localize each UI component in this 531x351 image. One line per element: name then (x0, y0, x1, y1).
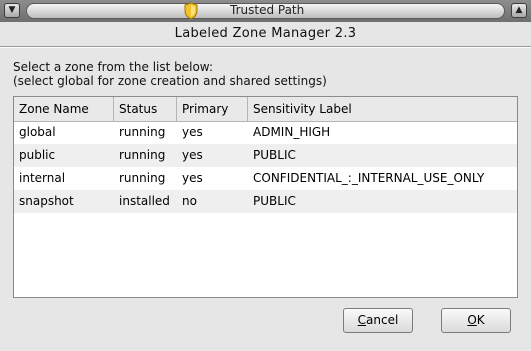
chevron-up-icon: ▲ (515, 5, 523, 15)
zone-name-cell: global (19, 125, 56, 139)
label-cell: PUBLIC (253, 194, 296, 208)
column-header-status[interactable]: Status (114, 97, 177, 121)
status-cell: running (119, 125, 166, 139)
table-row[interactable]: public running yes PUBLIC (14, 144, 517, 167)
chevron-down-icon: ▼ (8, 5, 16, 15)
zone-table[interactable]: Zone Name Status Primary Sensitivity Lab… (13, 96, 518, 298)
status-cell: installed (119, 194, 170, 208)
primary-cell: no (182, 194, 197, 208)
table-row[interactable]: snapshot installed no PUBLIC (14, 190, 517, 213)
column-header-primary[interactable]: Primary (177, 97, 248, 121)
window-title: Trusted Path (230, 3, 305, 17)
cancel-button[interactable]: Cancel (343, 308, 413, 333)
instruction-text: Select a zone from the list below: (13, 60, 214, 74)
zone-name-cell: internal (19, 171, 66, 185)
label-cell: ADMIN_HIGH (253, 125, 331, 139)
column-header-sensitivity-label[interactable]: Sensitivity Label (248, 97, 517, 121)
column-header-zone-name[interactable]: Zone Name (14, 97, 114, 121)
title-bar: ▼ Trusted Path ▲ (0, 0, 531, 22)
primary-cell: yes (182, 125, 203, 139)
ok-mnemonic: O (467, 313, 477, 327)
ok-button[interactable]: OK (441, 308, 511, 333)
cancel-label: ancel (366, 313, 399, 327)
window-menu-button[interactable]: ▼ (4, 3, 20, 18)
label-cell: PUBLIC (253, 148, 296, 162)
maximize-button[interactable]: ▲ (511, 3, 527, 18)
zone-name-cell: snapshot (19, 194, 74, 208)
zone-name-cell: public (19, 148, 56, 162)
primary-cell: yes (182, 171, 203, 185)
table-row[interactable]: global running yes ADMIN_HIGH (14, 121, 517, 144)
ok-label: K (476, 313, 485, 327)
status-cell: running (119, 171, 166, 185)
instruction-subtext: (select global for zone creation and sha… (13, 74, 327, 88)
table-header: Zone Name Status Primary Sensitivity Lab… (14, 97, 517, 122)
cancel-mnemonic: C (357, 313, 367, 327)
shield-icon (184, 2, 198, 20)
dialog-heading: Labeled Zone Manager 2.3 (174, 26, 357, 41)
table-row[interactable]: internal running yes CONFIDENTIAL_:_INTE… (14, 167, 517, 190)
primary-cell: yes (182, 148, 203, 162)
status-cell: running (119, 148, 166, 162)
label-cell: CONFIDENTIAL_:_INTERNAL_USE_ONLY (253, 171, 485, 185)
divider (0, 46, 531, 48)
